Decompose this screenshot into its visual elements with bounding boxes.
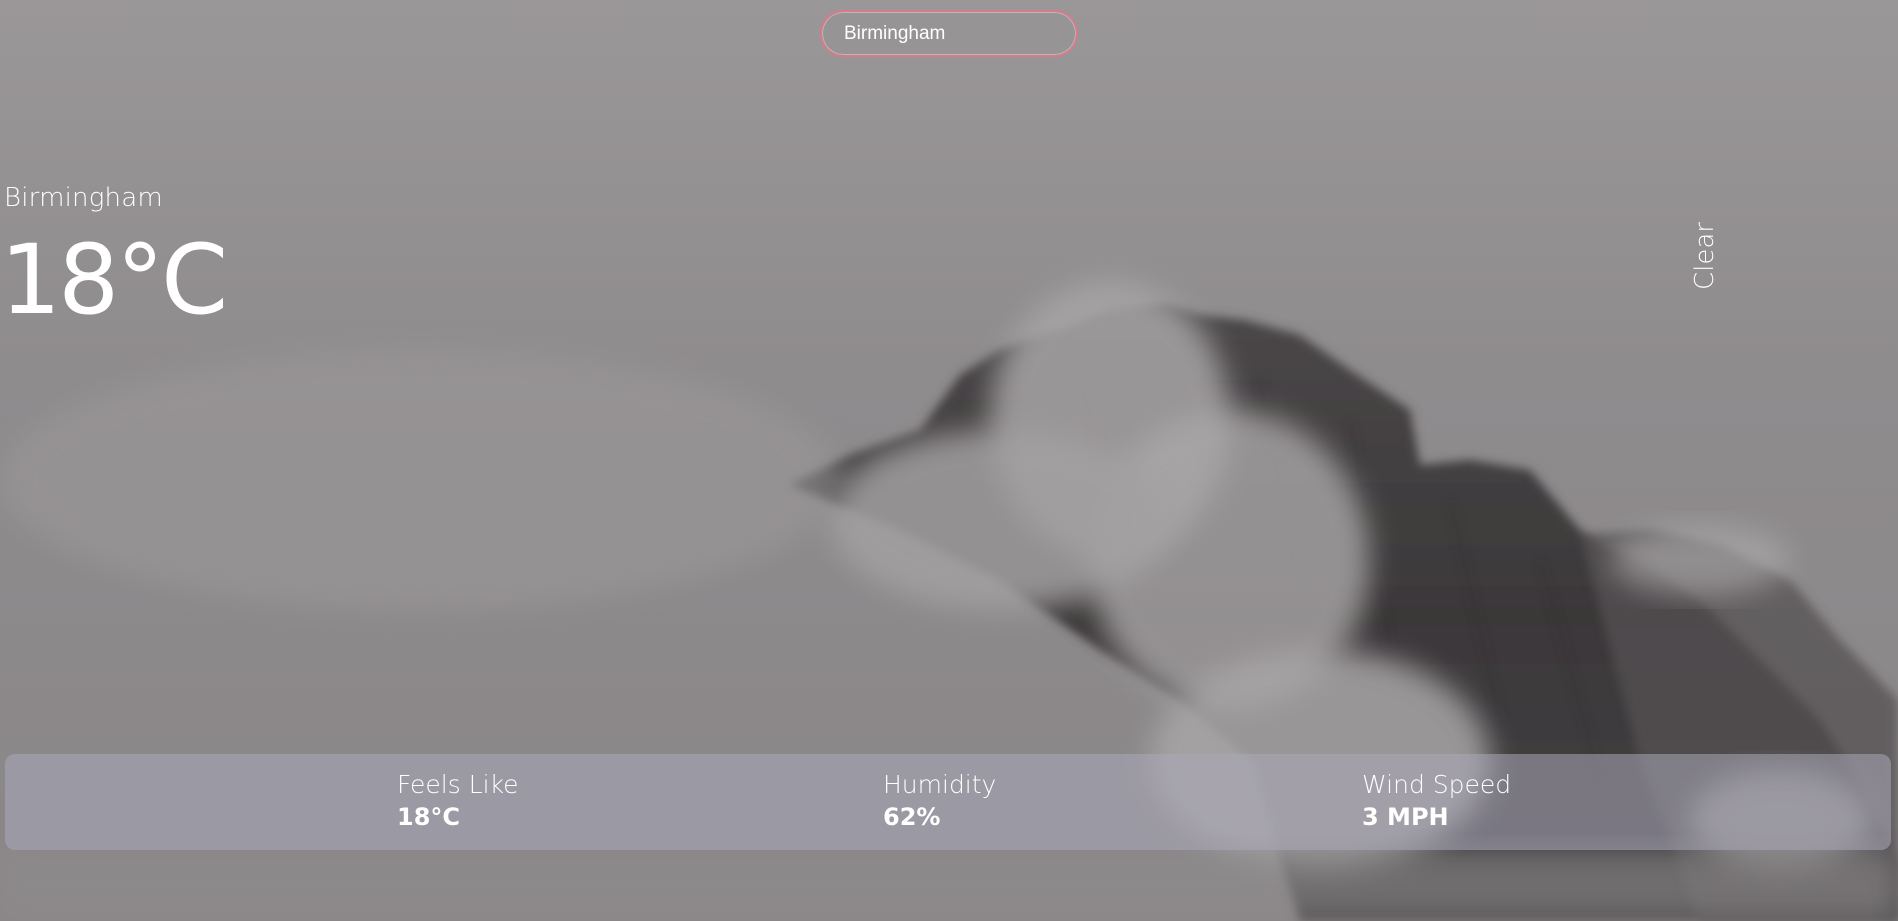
city-name: Birmingham (4, 183, 163, 213)
humidity-label: Humidity (883, 770, 997, 799)
weather-stats-bar: Feels Like 18°C Humidity 62% Wind Speed … (5, 754, 1891, 850)
wind-speed-stat: Wind Speed 3 MPH (1362, 768, 1511, 832)
feels-like-value: 18°C (397, 803, 461, 831)
humidity-stat: Humidity 62% (883, 768, 996, 832)
feels-like-label: Feels Like (397, 770, 519, 799)
current-temperature: 18°C (0, 224, 228, 336)
feels-like-stat: Feels Like 18°C (397, 768, 519, 832)
wind-speed-value: 3 MPH (1362, 803, 1449, 831)
search-box[interactable] (820, 10, 1078, 57)
search-input[interactable] (844, 12, 1058, 55)
weather-condition: Clear (1690, 222, 1720, 290)
humidity-value: 62% (883, 803, 941, 831)
wind-speed-label: Wind Speed (1362, 770, 1512, 799)
